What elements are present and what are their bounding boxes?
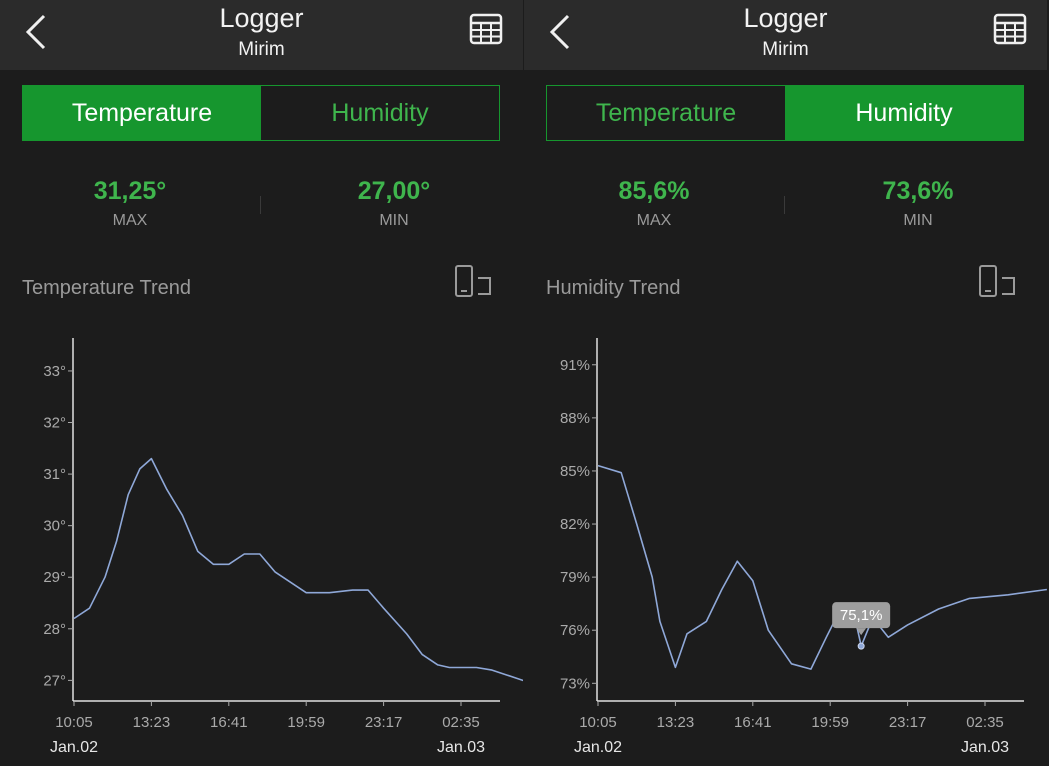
max-label: MAX [112,212,148,229]
table-icon [469,13,503,45]
max-stat: 31,25° MAX [30,177,230,230]
metric-tabs: Temperature Humidity [22,85,500,141]
max-value: 31,25° [93,177,167,205]
top-bar: Logger Mirim [524,0,1047,70]
x-tick-label: 16:41 [210,714,248,731]
min-label: MIN [903,212,933,229]
x-tick-label: 19:59 [287,714,325,731]
rotate-screen-button[interactable] [976,264,1020,300]
screen-rotate-icon [979,265,1015,297]
y-tick-label: 91% [560,357,590,374]
x-tick-label: 02:35 [966,714,1004,731]
x-tick-label: 10:05 [579,714,617,731]
y-tick-label: 32° [43,415,66,432]
stat-divider [260,196,261,214]
y-tick-label: 29° [43,569,66,586]
min-value: 73,6% [882,177,954,205]
min-label: MIN [379,212,409,229]
x-tick-label: 02:35 [442,714,480,731]
y-tick-label: 33° [43,363,66,380]
x-tick-label: 13:23 [133,714,171,731]
max-label: MAX [636,212,672,229]
min-stat: 27,00° MIN [294,177,494,230]
y-tick-label: 76% [560,622,590,639]
date-label-start: Jan.02 [574,739,622,756]
min-value: 27,00° [357,177,431,205]
y-tick-label: 31° [43,466,66,483]
humidity-panel: Logger Mirim Temperature Humidity 85,6% … [524,0,1047,766]
page-title: Logger [219,3,304,33]
tab-temperature[interactable]: Temperature [23,86,261,140]
series-line [73,457,523,682]
x-tick-label: 10:05 [55,714,93,731]
tab-temperature[interactable]: Temperature [547,86,785,140]
y-tick-label: 28° [43,621,66,638]
temperature-trend-chart: 27° 28° 29° 30° 31° 32° 33° 10:05 13:23 16:41 19:5… [43,338,523,756]
date-label-start: Jan.02 [50,739,98,756]
y-tick-label: 73% [560,675,590,692]
date-label-end: Jan.03 [961,739,1009,756]
y-tick-label: 82% [560,516,590,533]
y-tick-label: 79% [560,569,590,586]
y-tick-label: 85% [560,463,590,480]
date-label-end: Jan.03 [437,739,485,756]
series-line [597,464,1047,670]
x-tick-label: 13:23 [657,714,695,731]
tooltip-point [857,642,865,650]
top-bar: Logger Mirim [0,0,523,70]
x-tick-label: 23:17 [889,714,927,731]
max-value: 85,6% [618,177,690,205]
temperature-panel: Logger Mirim Temperature Humidity 31,25°… [0,0,523,766]
page-subtitle: Mirim [238,39,285,60]
humidity-trend-chart: 73% 76% 79% 82% 85% 88% 91% 10:05 13:23 16:41 19:5… [560,338,1047,756]
rotate-screen-button[interactable] [452,264,496,300]
table-icon [993,13,1027,45]
page-subtitle: Mirim [762,39,809,60]
table-view-button[interactable] [986,10,1032,50]
x-tick-label: 16:41 [734,714,772,731]
page-title: Logger [743,3,828,33]
x-tick-label: 19:59 [811,714,849,731]
y-tick-label: 88% [560,410,590,427]
tooltip-label: 75,1% [840,607,883,624]
y-tick-label: 30° [43,518,66,535]
screen-rotate-icon [455,265,491,297]
table-view-button[interactable] [462,10,508,50]
min-stat: 73,6% MIN [818,177,1018,230]
tab-humidity[interactable]: Humidity [261,86,499,140]
metric-tabs: Temperature Humidity [546,85,1024,141]
max-stat: 85,6% MAX [554,177,754,230]
x-tick-label: 23:17 [365,714,403,731]
trend-title: Humidity Trend [546,277,681,299]
stat-divider [784,196,785,214]
tab-humidity[interactable]: Humidity [785,86,1023,140]
trend-title: Temperature Trend [22,277,191,299]
y-tick-label: 27° [43,672,66,689]
